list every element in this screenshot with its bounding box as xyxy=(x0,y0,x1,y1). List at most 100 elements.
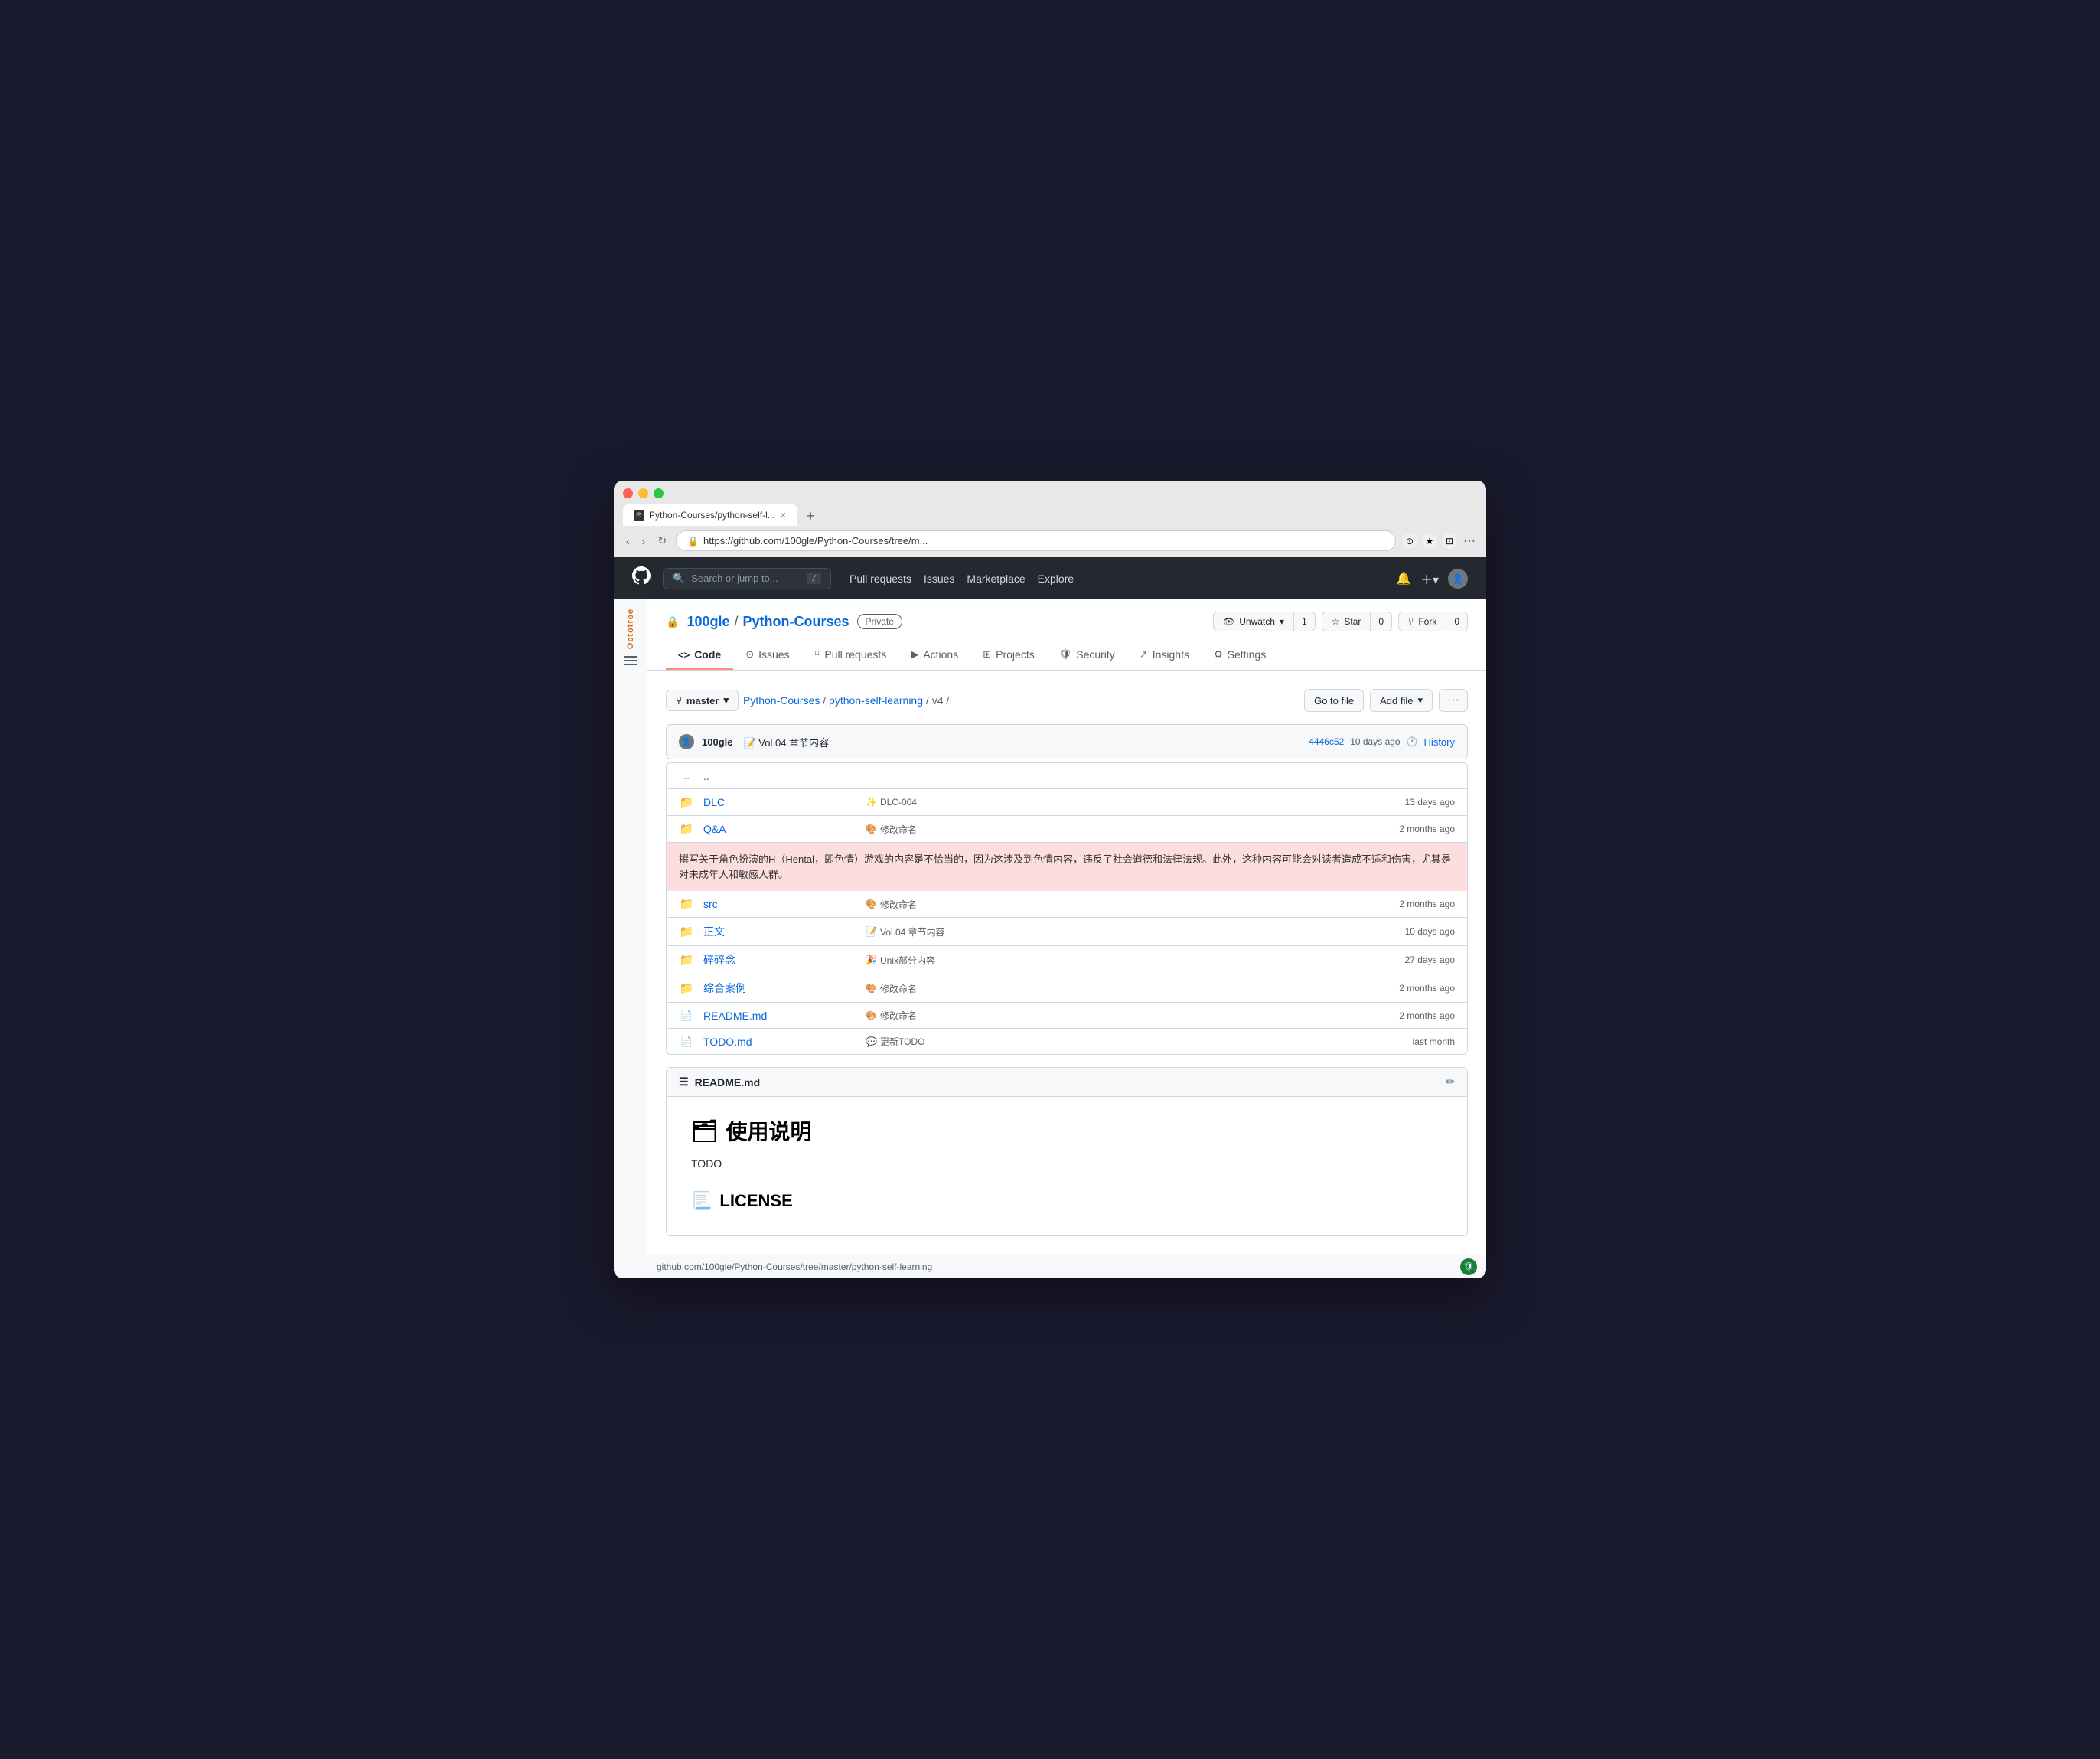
commit-meta: 4446c52 10 days ago 🕐 History xyxy=(1309,736,1455,748)
repo-tabs: <> Code ⊙ Issues ⑂ Pull requests ▶ Actio… xyxy=(666,641,1468,670)
file-time-dlc: 13 days ago xyxy=(1378,797,1455,808)
github-logo[interactable] xyxy=(632,566,651,590)
file-name-zongheanli[interactable]: 综合案例 xyxy=(703,981,856,996)
close-button[interactable] xyxy=(623,488,633,498)
tab-settings[interactable]: ⚙ Settings xyxy=(1202,641,1278,670)
history-button[interactable]: History xyxy=(1424,736,1455,748)
octotree-sidebar[interactable]: Octotree xyxy=(614,599,647,1278)
tab-insights[interactable]: ↗ Insights xyxy=(1127,641,1202,670)
commit-time: 10 days ago xyxy=(1350,736,1400,747)
repo-owner-link[interactable]: 100gle xyxy=(686,614,729,630)
tab-code[interactable]: <> Code xyxy=(666,641,733,670)
browser-tab[interactable]: ⊙ Python-Courses/python-self-l... ✕ xyxy=(623,504,797,526)
add-file-button[interactable]: Add file ▾ xyxy=(1370,689,1433,712)
github-search[interactable]: 🔍 Search or jump to... / xyxy=(663,568,831,589)
file-name-zhengwen[interactable]: 正文 xyxy=(703,924,856,939)
tab-security[interactable]: 🛡 Security xyxy=(1047,641,1127,670)
file-time-suisuinian: 27 days ago xyxy=(1378,955,1455,965)
refresh-button[interactable]: ↻ xyxy=(654,533,670,549)
file-icon-todo: 📄 xyxy=(679,1036,694,1048)
tab-issues[interactable]: ⊙ Issues xyxy=(733,641,801,670)
forward-button[interactable]: › xyxy=(639,534,649,549)
tab-code-label: Code xyxy=(694,648,721,661)
go-to-file-button[interactable]: Go to file xyxy=(1304,689,1364,712)
new-dropdown[interactable]: ＋▾ xyxy=(1420,569,1439,588)
readme-edit-button[interactable]: ✏ xyxy=(1446,1075,1455,1088)
repo-name-link[interactable]: Python-Courses xyxy=(743,614,849,630)
url-bar[interactable]: 🔒 https://github.com/100gle/Python-Cours… xyxy=(676,530,1396,551)
extension-icon-3[interactable]: ⊡ xyxy=(1442,534,1457,549)
breadcrumb-actions: Go to file Add file ▾ ··· xyxy=(1304,689,1468,712)
commit-msg-suisuinian: Unix部分内容 xyxy=(880,954,935,967)
new-tab-button[interactable]: + xyxy=(801,506,821,526)
star-icon: ☆ xyxy=(1332,616,1340,627)
commit-emoji-todo: 💬 xyxy=(866,1036,877,1047)
branch-selector[interactable]: ⑂ master ▾ xyxy=(666,690,739,711)
back-button[interactable]: ‹ xyxy=(623,534,633,549)
unwatch-count[interactable]: 1 xyxy=(1294,612,1316,631)
extension-icon-2[interactable]: ★ xyxy=(1422,534,1437,549)
commit-author-name[interactable]: 100gle xyxy=(702,736,732,748)
file-name-qa[interactable]: Q&A xyxy=(703,823,856,835)
file-name-todo[interactable]: TODO.md xyxy=(703,1036,856,1048)
chevron-down-icon: ▾ xyxy=(1280,616,1284,627)
repo-lock-icon: 🔒 xyxy=(666,615,679,628)
tab-projects[interactable]: ⊞ Projects xyxy=(970,641,1046,670)
maximize-button[interactable] xyxy=(654,488,664,498)
nav-pull-requests[interactable]: Pull requests xyxy=(849,573,911,585)
readme-filename: README.md xyxy=(695,1076,761,1088)
tab-actions[interactable]: ▶ Actions xyxy=(898,641,970,670)
unwatch-button[interactable]: 👁 Unwatch ▾ xyxy=(1213,612,1294,631)
commit-msg-zongheanli: 修改命名 xyxy=(880,982,917,995)
content-warning-banner: 撰写关于角色扮演的H（Hental，即色情）游戏的内容是不恰当的，因为这涉及到色… xyxy=(667,843,1467,891)
user-avatar[interactable]: 👤 xyxy=(1448,569,1468,589)
file-row-todo: 📄 TODO.md 💬 更新TODO last month xyxy=(667,1029,1467,1054)
fork-label: Fork xyxy=(1418,616,1436,627)
commit-emoji-zhengwen: 📝 xyxy=(866,926,877,937)
avatar-icon: 👤 xyxy=(682,738,691,746)
extension-icon-1[interactable]: ⊙ xyxy=(1402,534,1417,549)
file-commit-qa: 🎨 修改命名 xyxy=(866,823,1369,836)
settings-icon: ⚙ xyxy=(1214,648,1223,661)
folder-icon-zhengwen: 📁 xyxy=(679,925,694,938)
file-name-suisuinian[interactable]: 碎碎念 xyxy=(703,952,856,968)
breadcrumb-dir2: v4 xyxy=(932,694,944,707)
file-name-src[interactable]: src xyxy=(703,898,856,910)
nav-marketplace[interactable]: Marketplace xyxy=(967,573,1025,585)
breadcrumb-sep-3: / xyxy=(946,694,949,707)
commit-hash[interactable]: 4446c52 xyxy=(1309,736,1344,747)
file-row-src: 📁 src 🎨 修改命名 2 months ago xyxy=(667,891,1467,918)
fork-button[interactable]: ⑂ Fork xyxy=(1398,612,1446,631)
nav-explore[interactable]: Explore xyxy=(1038,573,1074,585)
tab-pull-requests[interactable]: ⑂ Pull requests xyxy=(802,641,899,670)
notification-icon[interactable]: 🔔 xyxy=(1396,571,1411,586)
tab-close-button[interactable]: ✕ xyxy=(780,511,787,521)
extension-icon-4[interactable]: ⋯ xyxy=(1462,534,1477,549)
visibility-badge: Private xyxy=(857,614,902,629)
tab-pr-label: Pull requests xyxy=(824,648,886,661)
breadcrumb-dir1[interactable]: python-self-learning xyxy=(829,694,923,707)
minimize-button[interactable] xyxy=(638,488,648,498)
file-row-zhengwen: 📁 正文 📝 Vol.04 章节内容 10 days ago xyxy=(667,918,1467,946)
branch-chevron-icon: ▾ xyxy=(723,694,729,707)
github-header: 🔍 Search or jump to... / Pull requests I… xyxy=(614,557,1486,599)
star-count[interactable]: 0 xyxy=(1371,612,1392,631)
file-commit-dlc: ✨ DLC-004 xyxy=(866,797,1369,808)
search-icon: 🔍 xyxy=(673,573,685,585)
file-name-readme[interactable]: README.md xyxy=(703,1010,856,1022)
more-options-button[interactable]: ··· xyxy=(1439,689,1468,712)
nav-issues[interactable]: Issues xyxy=(924,573,954,585)
tab-settings-label: Settings xyxy=(1228,648,1267,661)
code-icon: <> xyxy=(678,649,690,661)
commit-msg-readme: 修改命名 xyxy=(880,1009,917,1022)
breadcrumb-root[interactable]: Python-Courses xyxy=(743,694,820,707)
fork-count[interactable]: 0 xyxy=(1446,612,1468,631)
commit-msg-dlc: DLC-004 xyxy=(880,797,917,808)
commit-msg-zhengwen: Vol.04 章节内容 xyxy=(880,925,945,938)
star-button[interactable]: ☆ Star xyxy=(1322,612,1371,631)
file-name-dlc[interactable]: DLC xyxy=(703,796,856,808)
parent-link[interactable]: .. xyxy=(703,770,856,782)
github-nav: Pull requests Issues Marketplace Explore xyxy=(849,573,1074,585)
breadcrumb-row: ⑂ master ▾ Python-Courses / python-self-… xyxy=(666,689,1468,712)
fork-group: ⑂ Fork 0 xyxy=(1398,612,1468,631)
